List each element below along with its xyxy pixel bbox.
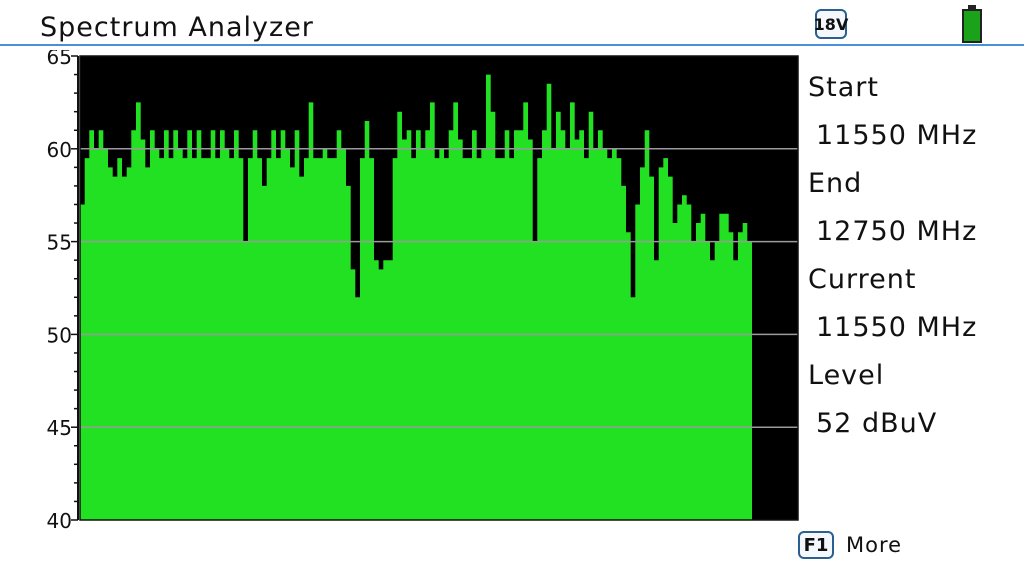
info-panel: Start 11550 MHz End 12750 MHz Current 11… xyxy=(808,68,1018,452)
current-value: 11550 MHz xyxy=(816,312,978,343)
y-tick-label-40: 40 xyxy=(47,509,72,530)
end-label: End xyxy=(808,168,863,199)
start-value: 11550 MHz xyxy=(816,120,978,151)
f1-key-button[interactable]: F1 xyxy=(798,531,834,559)
battery-fill xyxy=(962,9,982,43)
y-tick-label-50: 50 xyxy=(47,323,72,347)
more-label: More xyxy=(846,533,903,557)
y-tick-label-45: 45 xyxy=(47,416,72,440)
spectrum-chart[interactable]: 40 45 50 55 60 65 xyxy=(0,50,800,530)
start-label: Start xyxy=(808,72,879,103)
y-tick-label-55: 55 xyxy=(47,231,72,255)
page-title: Spectrum Analyzer xyxy=(40,12,314,43)
level-label: Level xyxy=(808,360,885,391)
current-label: Current xyxy=(808,264,917,295)
y-tick-label-65: 65 xyxy=(47,50,72,69)
lnb-voltage-badge: 18V xyxy=(814,9,848,39)
battery-icon xyxy=(962,5,982,43)
header-bar: Spectrum Analyzer 18V xyxy=(0,0,1024,46)
softkey-bar: F1 More xyxy=(798,530,902,560)
end-value: 12750 MHz xyxy=(816,216,978,247)
y-tick-label-60: 60 xyxy=(47,138,72,162)
level-value: 52 dBuV xyxy=(816,408,938,439)
